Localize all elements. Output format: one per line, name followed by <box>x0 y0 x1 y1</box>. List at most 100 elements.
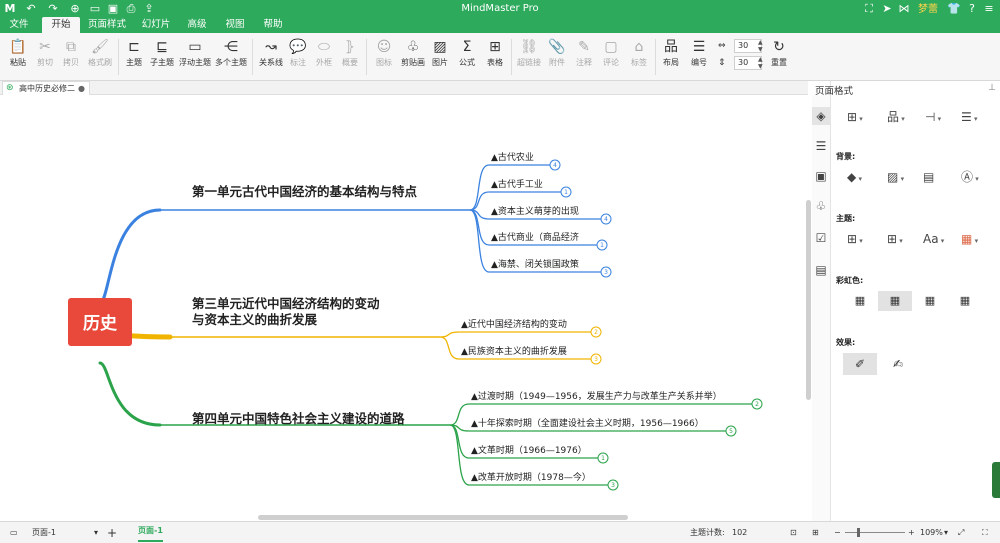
spin-up-icon[interactable]: ▲ <box>758 39 763 46</box>
collapse-badge-count[interactable]: 2 <box>755 401 759 408</box>
spin-down-icon[interactable]: ▼ <box>758 46 763 53</box>
sticker-tab-icon[interactable]: ▣ <box>812 167 830 185</box>
fullscreen-icon[interactable]: ⛶ <box>862 1 876 16</box>
boundary-button[interactable]: ⬭ 外框 <box>313 37 335 77</box>
topic-button[interactable]: ⊏ 主题 <box>122 37 146 77</box>
formula-button[interactable]: Σ 公式 <box>456 37 478 77</box>
document-tab[interactable]: ⊛ 高中历史必修二 ● <box>2 81 90 95</box>
numbering-button[interactable]: ☰ 编号 <box>686 37 712 77</box>
collapse-badge-count[interactable]: 2 <box>594 329 598 336</box>
branch-topic-3[interactable]: 第四单元中国特色社会主义建设的道路 <box>192 411 405 426</box>
subtopic-label[interactable]: ▲民族资本主义的曲折发展 <box>461 345 567 357</box>
copy-button[interactable]: ⧉ 拷贝 <box>58 37 84 77</box>
tab-slides[interactable]: 幻灯片 <box>138 17 174 33</box>
rainbow-option-2[interactable]: ▦ <box>878 291 912 311</box>
menu-icon[interactable]: ≡ <box>982 1 996 16</box>
subtopic-label[interactable]: ▲古代商业（商品经济 <box>491 231 579 243</box>
zoom-slider-thumb[interactable] <box>857 528 860 537</box>
vertical-scrollbar[interactable] <box>806 200 811 400</box>
subtopic-label[interactable]: ▲古代手工业 <box>491 178 543 190</box>
tree-layout-dropdown[interactable]: 品 ▾ <box>887 109 905 125</box>
text-watermark-dropdown[interactable]: Ⓐ ▾ <box>961 169 979 185</box>
theme-layout-dropdown[interactable]: ⊞ ▾ <box>887 231 903 247</box>
theme-color-dropdown[interactable]: ▦ ▾ <box>961 231 978 247</box>
print-icon[interactable]: ⎙ <box>124 1 138 16</box>
share-icon[interactable]: ⋈ <box>897 1 911 16</box>
zoom-in-icon[interactable]: + <box>908 522 915 543</box>
collapse-badge-count[interactable]: 1 <box>564 189 568 196</box>
tshirt-icon[interactable]: 👕 <box>946 1 962 16</box>
zoom-out-icon[interactable]: − <box>834 522 841 543</box>
add-page-icon[interactable]: + <box>107 522 117 543</box>
central-topic-label[interactable]: 历史 <box>83 313 118 334</box>
collapse-badge-count[interactable]: 3 <box>604 269 608 276</box>
fit-page-icon[interactable]: ⊡ <box>790 522 797 543</box>
clipart-tab-icon[interactable]: ♧ <box>812 197 830 215</box>
tab-view[interactable]: 视图 <box>220 17 250 33</box>
page-tab[interactable]: 页面-1 <box>138 522 163 542</box>
hyperlink-button[interactable]: ⛓ 超链接 <box>514 37 544 77</box>
layout-structure-dropdown[interactable]: ⊞ ▾ <box>847 109 863 125</box>
feedback-handle[interactable] <box>992 462 1000 498</box>
subtopic-label[interactable]: ▲古代农业 <box>491 151 534 163</box>
effect-handdrawn-icon[interactable]: ✍ <box>881 353 915 375</box>
collapse-badge-count[interactable]: 5 <box>729 428 733 435</box>
collapse-badge-count[interactable]: 4 <box>553 162 557 169</box>
relationship-button[interactable]: ↝ 关系线 <box>256 37 286 77</box>
connector-style-dropdown[interactable]: ⊣ ▾ <box>925 109 941 125</box>
horizontal-scrollbar[interactable] <box>258 515 628 520</box>
picture-button[interactable]: ▨ 图片 <box>429 37 451 77</box>
subtopic-label[interactable]: ▲海禁、闭关锁国政策 <box>491 258 579 270</box>
save-icon[interactable]: ▣ <box>106 1 120 16</box>
fit-window-icon[interactable]: ⤢ <box>958 522 964 543</box>
tab-file[interactable]: 文件 <box>4 17 34 33</box>
send-icon[interactable]: ➤ <box>880 1 894 16</box>
collapse-badge-count[interactable]: 1 <box>600 242 604 249</box>
reset-button[interactable]: ↻ 重置 <box>766 37 792 77</box>
subtopic-label[interactable]: ▲改革开放时期（1978—今） <box>471 471 591 483</box>
fill-color-dropdown[interactable]: ◆ ▾ <box>847 169 862 185</box>
callout-button[interactable]: 💬 标注 <box>287 37 309 77</box>
user-account[interactable]: 梦蕾 ▾ <box>914 1 942 31</box>
undo-icon[interactable]: ↶ <box>24 1 38 16</box>
tag-button[interactable]: ⌂ 标签 <box>627 37 651 77</box>
task-tab-icon[interactable]: ☑ <box>812 229 830 247</box>
clipart-button[interactable]: ♧ 剪贴画 <box>398 37 428 77</box>
note-button[interactable]: ✎ 注释 <box>572 37 596 77</box>
subtopic-label[interactable]: ▲文革时期（1966—1976） <box>471 444 587 456</box>
export-icon[interactable]: ⇪ <box>142 1 156 16</box>
subtopic-button[interactable]: ⊑ 子主题 <box>148 37 176 77</box>
tab-help[interactable]: 帮助 <box>258 17 288 33</box>
branch-topic-2[interactable]: 第三单元近代中国经济结构的变动 <box>192 296 380 311</box>
subtopic-label[interactable]: ▲近代中国经济结构的变动 <box>461 318 567 330</box>
effect-pen-icon[interactable]: ✐ <box>843 353 877 375</box>
theme-dropdown[interactable]: ⊞ ▾ <box>847 231 863 247</box>
fullscreen-icon[interactable]: ⛶ <box>982 522 988 543</box>
focus-icon[interactable]: ⊞ <box>812 522 819 543</box>
chevron-down-icon[interactable]: ▾ <box>944 522 948 543</box>
paste-button[interactable]: 📋 粘贴 <box>4 37 32 77</box>
page-panel-icon[interactable]: ▭ <box>10 522 18 543</box>
rainbow-option-1[interactable]: ▦ <box>843 291 877 311</box>
format-brush-button[interactable]: 🖌 格式刷 <box>84 37 116 77</box>
tab-advanced[interactable]: 高级 <box>182 17 212 33</box>
rainbow-option-4[interactable]: ▦ <box>948 291 982 311</box>
presentation-tab-icon[interactable]: ▤ <box>812 261 830 279</box>
redo-icon[interactable]: ↷ <box>46 1 60 16</box>
help-icon[interactable]: ? <box>966 1 978 16</box>
attachment-button[interactable]: 📎 附件 <box>545 37 569 77</box>
tab-page-style[interactable]: 页面样式 <box>84 17 130 33</box>
mindmap-svg[interactable]: 第一单元古代中国经济的基本结构与特点 ▲古代农业 4 ▲古代手工业 1 ▲资本主义萌芽的出… <box>0 95 805 521</box>
floating-topic-button[interactable]: ▭ 浮动主题 <box>177 37 213 77</box>
open-folder-icon[interactable]: ▭ <box>88 1 102 16</box>
layout-button[interactable]: 品布局 <box>658 37 684 77</box>
close-tab-icon[interactable]: ● <box>78 82 85 95</box>
zoom-slider-track[interactable] <box>845 532 905 533</box>
pin-icon[interactable]: ⊥ <box>988 83 996 93</box>
zoom-level[interactable]: 109% <box>920 522 943 543</box>
table-button[interactable]: ⊞ 表格 <box>483 37 507 77</box>
collapse-badge-count[interactable]: 1 <box>601 455 605 462</box>
outline-tab-icon[interactable]: ☰ <box>812 137 830 155</box>
branch-topic-2[interactable]: 与资本主义的曲折发展 <box>192 312 318 327</box>
mindmap-canvas[interactable]: 第一单元古代中国经济的基本结构与特点 ▲古代农业 4 ▲古代手工业 1 ▲资本主义萌芽的出… <box>0 95 805 521</box>
